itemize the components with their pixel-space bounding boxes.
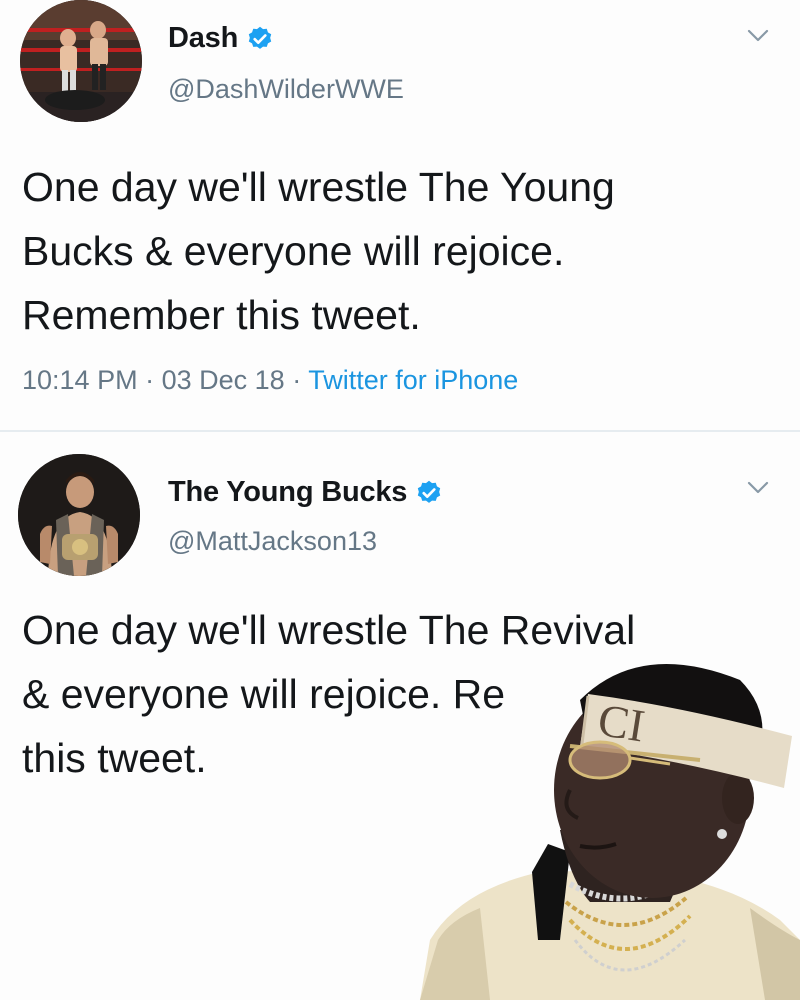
chevron-down-icon[interactable] [746, 28, 770, 44]
tweet-meta: 10:14 PM · 03 Dec 18 · Twitter for iPhon… [22, 365, 518, 396]
tweet-text-line: this tweet. [22, 735, 207, 781]
person-in-headband-icon: CI [420, 664, 800, 1000]
verified-badge-icon [418, 480, 441, 503]
tweet-source-link[interactable]: Twitter for iPhone [308, 365, 518, 395]
tweet-text-line: Bucks & everyone will rejoice. [22, 228, 565, 274]
display-name[interactable]: Dash [168, 22, 238, 55]
verified-badge-icon [248, 26, 272, 49]
user-handle[interactable]: @DashWilderWWE [168, 74, 404, 105]
meme-overlay-person-image: CI [420, 640, 800, 1000]
tweet-text-line: Remember this tweet. [22, 292, 421, 338]
chevron-down-icon[interactable] [746, 480, 770, 496]
wrestler-with-belt-avatar-icon [18, 454, 140, 576]
meme-screenshot: Dash @DashWilderWWE One day we'll wrestl… [0, 0, 800, 1000]
user-handle[interactable]: @MattJackson13 [168, 526, 377, 557]
tweet-date[interactable]: 03 Dec 18 [162, 365, 285, 395]
avatar[interactable] [20, 0, 142, 122]
user-name-row: The Young Bucks [168, 476, 443, 509]
tweet-card-dash[interactable]: Dash @DashWilderWWE One day we'll wrestl… [0, 0, 800, 430]
tweet-time[interactable]: 10:14 PM [22, 365, 138, 395]
meta-separator: · [145, 365, 155, 395]
tweet-text-line: One day we'll wrestle The Young [22, 164, 615, 210]
meta-separator: · [292, 365, 302, 395]
user-name-row: Dash [168, 22, 274, 55]
avatar[interactable] [18, 454, 140, 576]
wrestlers-photo-avatar-icon [20, 0, 142, 122]
tweet-text: One day we'll wrestle The Young Bucks & … [22, 155, 762, 347]
display-name[interactable]: The Young Bucks [168, 476, 407, 509]
